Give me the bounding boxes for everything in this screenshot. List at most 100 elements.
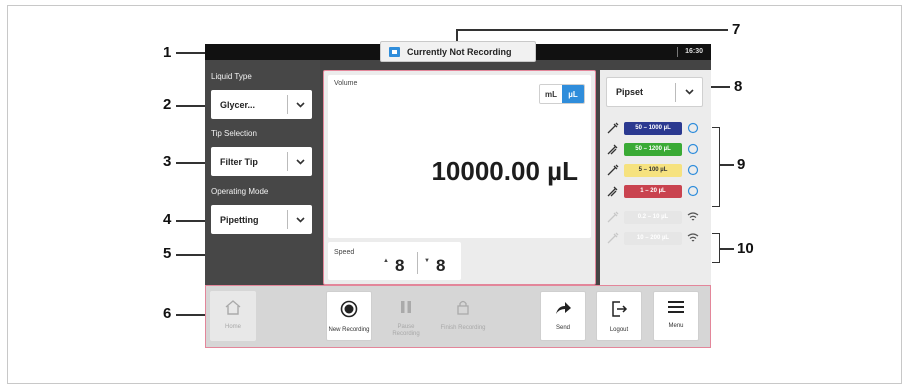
menu-label: Menu xyxy=(668,323,684,329)
dispense-speed-value: 8 xyxy=(436,256,446,275)
connection-circle-icon xyxy=(687,143,699,155)
pipette-row-2[interactable]: 50 – 1200 µL xyxy=(605,141,705,157)
multichannel-pipette-icon xyxy=(605,141,621,157)
dispense-arrow-icon: ▼ xyxy=(424,258,430,264)
volume-panel: Volume mL µL 10000.00 µL Speed ▲ 8 ▼ 8 xyxy=(323,70,596,285)
pipette-row-5[interactable]: 0.2 – 10 µL xyxy=(605,209,705,225)
callout-6: 6 xyxy=(163,305,172,322)
pipette-panel: Pipset 50 – 1000 µL 50 – 1200 µL 5 – 100… xyxy=(600,70,711,285)
tip-selection-label: Tip Selection xyxy=(211,129,257,138)
callout-9-bracket xyxy=(712,127,720,207)
finish-recording-label: Finish Recording xyxy=(440,325,486,331)
recording-status-text: Currently Not Recording xyxy=(407,46,512,57)
connection-circle-icon xyxy=(687,164,699,176)
connection-circle-icon xyxy=(687,185,699,197)
new-recording-label: New Recording xyxy=(328,327,370,333)
hamburger-menu-icon xyxy=(667,300,685,319)
pipset-dropdown[interactable]: Pipset xyxy=(606,77,703,107)
pipette-row-1[interactable]: 50 – 1000 µL xyxy=(605,120,705,136)
pipette-range-badge: 50 – 1000 µL xyxy=(624,121,682,135)
chevron-down-icon xyxy=(288,158,312,165)
pipette-row-4[interactable]: 1 – 20 µL xyxy=(605,183,705,199)
tip-selection-value: Filter Tip xyxy=(220,156,258,167)
settings-panel: Liquid Type Glycer... Tip Selection Filt… xyxy=(205,60,320,285)
status-bar-separator xyxy=(677,47,678,57)
logout-button[interactable]: Logout xyxy=(596,291,642,341)
pipette-icon xyxy=(605,230,621,246)
lock-icon xyxy=(456,299,470,321)
finish-recording-button[interactable]: Finish Recording xyxy=(440,291,486,341)
unit-toggle: mL µL xyxy=(539,84,585,104)
callout-10-bracket xyxy=(712,233,720,263)
callout-7: 7 xyxy=(732,21,741,38)
share-arrow-icon xyxy=(554,300,572,321)
status-bar-time: 16:30 xyxy=(685,48,703,55)
bottom-toolbar: Home New Recording Pause Recording Finis… xyxy=(205,285,711,348)
menu-button[interactable]: Menu xyxy=(653,291,699,341)
unit-ml-button[interactable]: mL xyxy=(540,85,562,103)
aspirate-arrow-icon: ▲ xyxy=(383,258,389,264)
liquid-type-dropdown[interactable]: Glycer... xyxy=(211,90,312,119)
speed-card[interactable]: Speed ▲ 8 ▼ 8 xyxy=(328,242,461,280)
callout-7-line xyxy=(456,29,728,31)
pipette-row-6[interactable]: 10 – 200 µL xyxy=(605,230,705,246)
pipette-range-badge: 5 – 100 µL xyxy=(624,163,682,177)
speed-separator xyxy=(417,252,418,274)
callout-8: 8 xyxy=(734,78,743,95)
multichannel-pipette-icon xyxy=(605,183,621,199)
tip-selection-dropdown[interactable]: Filter Tip xyxy=(211,147,312,176)
recording-status-pill: Currently Not Recording xyxy=(380,41,536,62)
connection-circle-icon xyxy=(687,122,699,134)
chevron-down-icon xyxy=(288,101,312,108)
operating-mode-dropdown[interactable]: Pipetting xyxy=(211,205,312,234)
pipette-range-badge: 50 – 1200 µL xyxy=(624,142,682,156)
callout-10-line xyxy=(720,248,734,250)
send-label: Send xyxy=(555,325,570,331)
pause-recording-label: Pause Recording xyxy=(392,324,420,337)
pause-recording-button[interactable]: Pause Recording xyxy=(383,291,429,341)
pipette-range-badge: 0.2 – 10 µL xyxy=(624,210,682,224)
home-icon xyxy=(224,299,242,320)
pipette-range-badge: 1 – 20 µL xyxy=(624,184,682,198)
volume-card[interactable]: Volume mL µL 10000.00 µL xyxy=(328,75,591,238)
callout-6-line xyxy=(176,314,206,316)
logout-icon xyxy=(610,300,628,323)
callout-5: 5 xyxy=(163,245,172,262)
liquid-type-value: Glycer... xyxy=(220,99,256,110)
aspirate-speed-value: 8 xyxy=(395,256,405,275)
operating-mode-value: Pipetting xyxy=(220,214,259,225)
volume-value: 10000.00 µL xyxy=(431,156,578,186)
liquid-type-label: Liquid Type xyxy=(211,72,252,81)
callout-2: 2 xyxy=(163,96,172,113)
pipette-range-badge: 10 – 200 µL xyxy=(624,231,682,245)
pipette-icon xyxy=(605,120,621,136)
wireless-icon xyxy=(687,211,699,223)
home-button[interactable]: Home xyxy=(210,291,256,341)
wireless-icon xyxy=(687,232,699,244)
send-button[interactable]: Send xyxy=(540,291,586,341)
speed-label: Speed xyxy=(334,249,355,256)
callout-3: 3 xyxy=(163,153,172,170)
device-screen: 16:30 Liquid Type Glycer... Tip Selectio… xyxy=(205,44,711,348)
unit-ul-button[interactable]: µL xyxy=(562,85,584,103)
chevron-down-icon xyxy=(288,216,312,223)
home-label: Home xyxy=(224,324,241,330)
pipette-icon xyxy=(605,162,621,178)
callout-9: 9 xyxy=(737,156,746,173)
volume-label: Volume xyxy=(334,80,358,87)
pipette-row-3[interactable]: 5 – 100 µL xyxy=(605,162,705,178)
recording-status-icon xyxy=(389,46,400,57)
pause-icon xyxy=(399,299,413,320)
pipset-label: Pipset xyxy=(616,87,644,97)
record-icon xyxy=(340,300,358,323)
chevron-down-icon xyxy=(676,89,702,95)
callout-4: 4 xyxy=(163,211,172,228)
operating-mode-label: Operating Mode xyxy=(211,187,269,196)
callout-10: 10 xyxy=(737,240,754,257)
callout-1: 1 xyxy=(163,44,172,61)
new-recording-button[interactable]: New Recording xyxy=(326,291,372,341)
pipette-icon xyxy=(605,209,621,225)
callout-9-line xyxy=(720,164,734,166)
callout-1-line xyxy=(176,52,208,54)
logout-label: Logout xyxy=(609,327,629,333)
